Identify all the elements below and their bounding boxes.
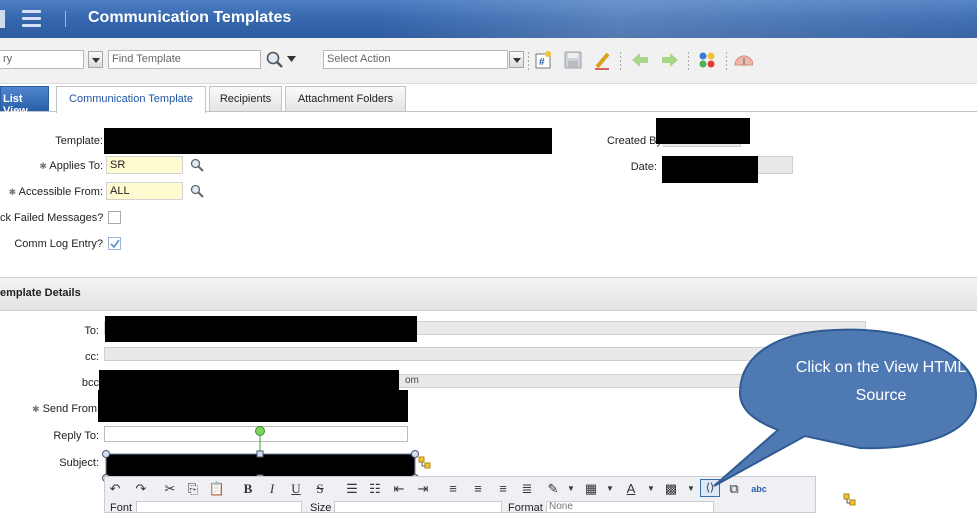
comm-log-entry-label: Comm Log Entry? <box>14 238 103 250</box>
format-select[interactable]: None <box>546 501 714 513</box>
align-center-icon[interactable]: ≡ <box>469 481 487 497</box>
template-details-section-bar <box>0 277 977 311</box>
toolbar-separator <box>688 52 689 70</box>
save-icon[interactable] <box>563 50 583 70</box>
required-marker: ✱ <box>39 161 47 171</box>
align-right-icon[interactable]: ≡ <box>494 481 512 497</box>
title-separator <box>65 11 66 27</box>
accessible-from-input[interactable]: ALL <box>106 182 183 200</box>
decrease-indent-icon[interactable]: ⇤ <box>390 481 408 497</box>
search-icon[interactable] <box>265 50 285 70</box>
underline-icon[interactable]: U <box>287 481 305 497</box>
paste-icon[interactable]: 📋 <box>208 481 226 497</box>
to-value-redacted <box>105 316 417 342</box>
checkmark-icon <box>110 239 120 249</box>
section-title: emplate Details <box>0 287 81 299</box>
template-field-redacted[interactable] <box>104 128 552 154</box>
subject-insert-field-icon[interactable] <box>418 456 432 470</box>
subject-selection-handles[interactable] <box>100 424 435 482</box>
font-select[interactable] <box>136 501 302 513</box>
reply-to-label: Reply To: <box>53 430 99 442</box>
cut-icon[interactable]: ✂ <box>161 481 179 497</box>
required-marker: ✱ <box>31 404 40 414</box>
applies-to-label-row: ✱ Applies To: <box>0 160 103 172</box>
send-from-label-row: ✱ Send From <box>0 403 97 415</box>
query-select[interactable]: ry <box>0 50 84 69</box>
bcc-value-suffix: om <box>405 375 419 386</box>
track-failed-messages-checkbox[interactable] <box>108 211 121 224</box>
bulleted-list-icon[interactable]: ☷ <box>366 481 384 497</box>
background-color-icon[interactable]: ▩ <box>662 481 680 497</box>
size-label: Size <box>310 502 332 514</box>
tab-attachment-folders[interactable]: Attachment Folders <box>285 86 406 111</box>
tab-list-view[interactable]: List View <box>0 86 49 117</box>
bcc-value-redacted <box>99 370 399 392</box>
track-failed-messages-label: ck Failed Messages? <box>0 212 104 224</box>
format-label: Format <box>508 502 543 514</box>
table-dropdown-chevron-down-icon[interactable]: ▼ <box>601 481 619 497</box>
applies-to-label: Applies To: <box>49 160 103 172</box>
select-action-input[interactable]: Select Action <box>323 50 508 69</box>
menu-icon[interactable] <box>22 10 41 27</box>
title-bar-sheen <box>380 0 977 38</box>
font-label: Font <box>110 502 133 514</box>
toolbar-separator <box>620 52 621 70</box>
link-icon[interactable]: ✎ <box>544 481 562 497</box>
increase-indent-icon[interactable]: ⇥ <box>414 481 432 497</box>
next-arrow-icon[interactable] <box>660 50 680 70</box>
italic-icon[interactable]: I <box>263 481 281 497</box>
required-marker: ✱ <box>8 187 17 197</box>
editor-insert-field-icon[interactable] <box>843 493 857 507</box>
new-record-icon[interactable]: # <box>533 50 553 70</box>
accessible-from-label: Accessible From: <box>18 186 103 198</box>
bcc-label: bcc <box>81 377 99 389</box>
callout-text: Click on the View HTML Source <box>795 359 967 404</box>
toolbar-separator <box>528 52 529 70</box>
find-template-input[interactable]: Find Template <box>108 50 261 69</box>
justify-icon[interactable]: ≣ <box>518 481 536 497</box>
svg-text:#: # <box>539 57 545 68</box>
cc-label: cc: <box>84 351 99 363</box>
tab-communication-template[interactable]: Communication Template <box>56 86 206 113</box>
font-color-chevron-down-icon[interactable]: ▼ <box>642 481 660 497</box>
send-from-value-redacted[interactable] <box>98 390 408 422</box>
size-select[interactable] <box>334 501 502 513</box>
page-title: Communication Templates <box>88 9 292 26</box>
gauge-icon[interactable] <box>733 50 753 70</box>
accessible-from-lookup-icon[interactable] <box>190 184 204 198</box>
font-color-icon[interactable]: A <box>622 481 640 497</box>
tab-recipients[interactable]: Recipients <box>209 86 282 111</box>
to-label: To: <box>84 325 99 337</box>
applies-to-lookup-icon[interactable] <box>190 158 204 172</box>
applies-to-input[interactable]: SR <box>106 156 183 174</box>
comm-log-entry-checkbox[interactable] <box>108 237 121 250</box>
toolbar-separator <box>726 52 727 70</box>
previous-arrow-icon[interactable] <box>630 50 650 70</box>
align-left-icon[interactable]: ≡ <box>444 481 462 497</box>
accessible-from-label-row: ✱ Accessible From: <box>0 186 103 198</box>
numbered-list-icon[interactable]: ☰ <box>343 481 361 497</box>
date-label: Date: <box>630 161 657 173</box>
table-icon[interactable]: ▦ <box>582 481 600 497</box>
link-dropdown-chevron-down-icon[interactable]: ▼ <box>562 481 580 497</box>
background-color-chevron-down-icon[interactable]: ▼ <box>682 481 700 497</box>
template-label: Template: <box>55 135 103 147</box>
bold-icon[interactable]: B <box>239 481 257 497</box>
created-by-value-redacted <box>656 118 750 144</box>
subject-label: Subject: <box>59 457 99 469</box>
date-value-redacted <box>662 156 758 183</box>
send-from-label: Send From <box>42 403 97 415</box>
workflow-icon[interactable] <box>697 50 717 70</box>
select-action-dropdown-button[interactable] <box>509 51 524 68</box>
strikethrough-icon[interactable]: S <box>311 481 329 497</box>
copy-icon[interactable]: ⎘ <box>184 481 202 497</box>
search-options-chevron-down-icon[interactable] <box>287 56 296 63</box>
redo-icon[interactable]: ↷ <box>132 481 150 497</box>
cc-field[interactable] <box>104 347 804 361</box>
back-button-edge[interactable] <box>0 10 5 28</box>
undo-icon[interactable]: ↶ <box>106 481 124 497</box>
clear-changes-icon[interactable] <box>593 50 613 70</box>
query-dropdown-button[interactable] <box>88 51 103 68</box>
created-by-label: Created By <box>606 135 662 147</box>
